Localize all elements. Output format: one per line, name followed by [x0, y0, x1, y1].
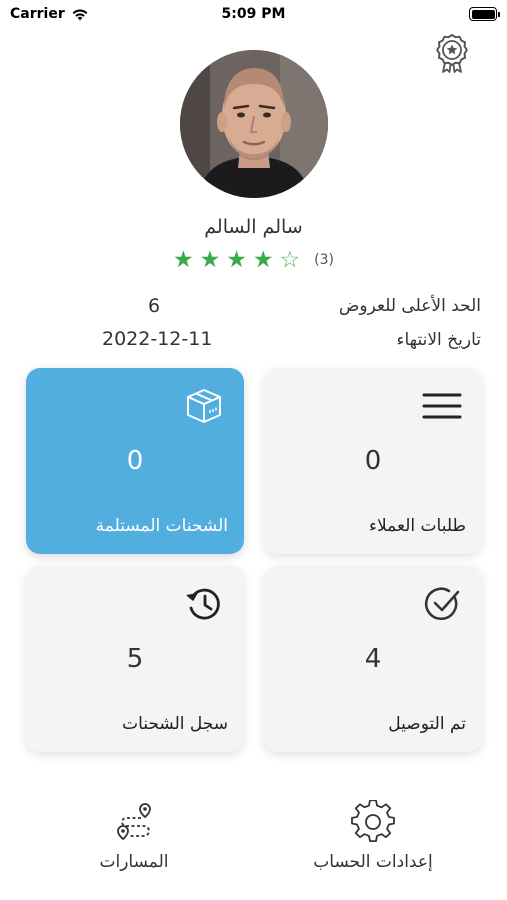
user-name: سالم السالم	[204, 216, 303, 238]
card-received-shipments[interactable]: 0 الشحنات المستلمة	[26, 368, 244, 554]
card-count: 5	[126, 644, 144, 674]
max-offers-label: الحد الأعلى للعروض	[338, 296, 481, 316]
gear-icon	[351, 800, 395, 843]
award-badge-icon[interactable]	[432, 32, 472, 74]
avatar-photo	[180, 50, 328, 198]
expiry-value: 2022-12-11	[102, 328, 213, 350]
card-customer-requests[interactable]: 0 طلبات العملاء	[264, 368, 482, 554]
rating-count: (3)	[314, 252, 334, 268]
account-settings-label: إعدادات الحساب	[313, 852, 433, 872]
account-settings-button[interactable]: إعدادات الحساب	[293, 800, 453, 872]
status-time: 5:09 PM	[221, 6, 286, 22]
menu-icon	[422, 393, 462, 419]
card-label: تم التوصيل	[388, 714, 466, 734]
battery-icon	[469, 7, 500, 21]
card-delivered[interactable]: 4 تم التوصيل	[264, 566, 482, 752]
star-outline-icon: ☆	[279, 247, 301, 273]
rating: ★ ★ ★ ★ ☆ (3)	[0, 247, 507, 273]
card-count: 0	[364, 446, 382, 476]
routes-button[interactable]: المسارات	[54, 800, 214, 872]
route-icon	[117, 803, 151, 841]
package-icon	[187, 389, 221, 423]
card-count: 4	[364, 644, 382, 674]
expiry-label: تاريخ الانتهاء	[396, 330, 481, 350]
card-label: طلبات العملاء	[369, 516, 466, 536]
star-icon: ★	[226, 247, 247, 273]
card-count: 0	[126, 446, 144, 476]
history-icon	[186, 588, 220, 620]
card-shipments-history[interactable]: 5 سجل الشحنات	[26, 566, 244, 752]
check-circle-icon	[424, 587, 460, 620]
card-label: سجل الشحنات	[122, 714, 228, 734]
avatar[interactable]	[180, 50, 328, 198]
star-icon: ★	[173, 247, 194, 273]
card-label: الشحنات المستلمة	[95, 516, 228, 536]
routes-label: المسارات	[99, 852, 169, 872]
star-icon: ★	[199, 247, 221, 273]
status-bar: Carrier 5:09 PM	[0, 0, 507, 30]
max-offers-value: 6	[148, 295, 161, 317]
star-icon: ★	[252, 247, 274, 273]
